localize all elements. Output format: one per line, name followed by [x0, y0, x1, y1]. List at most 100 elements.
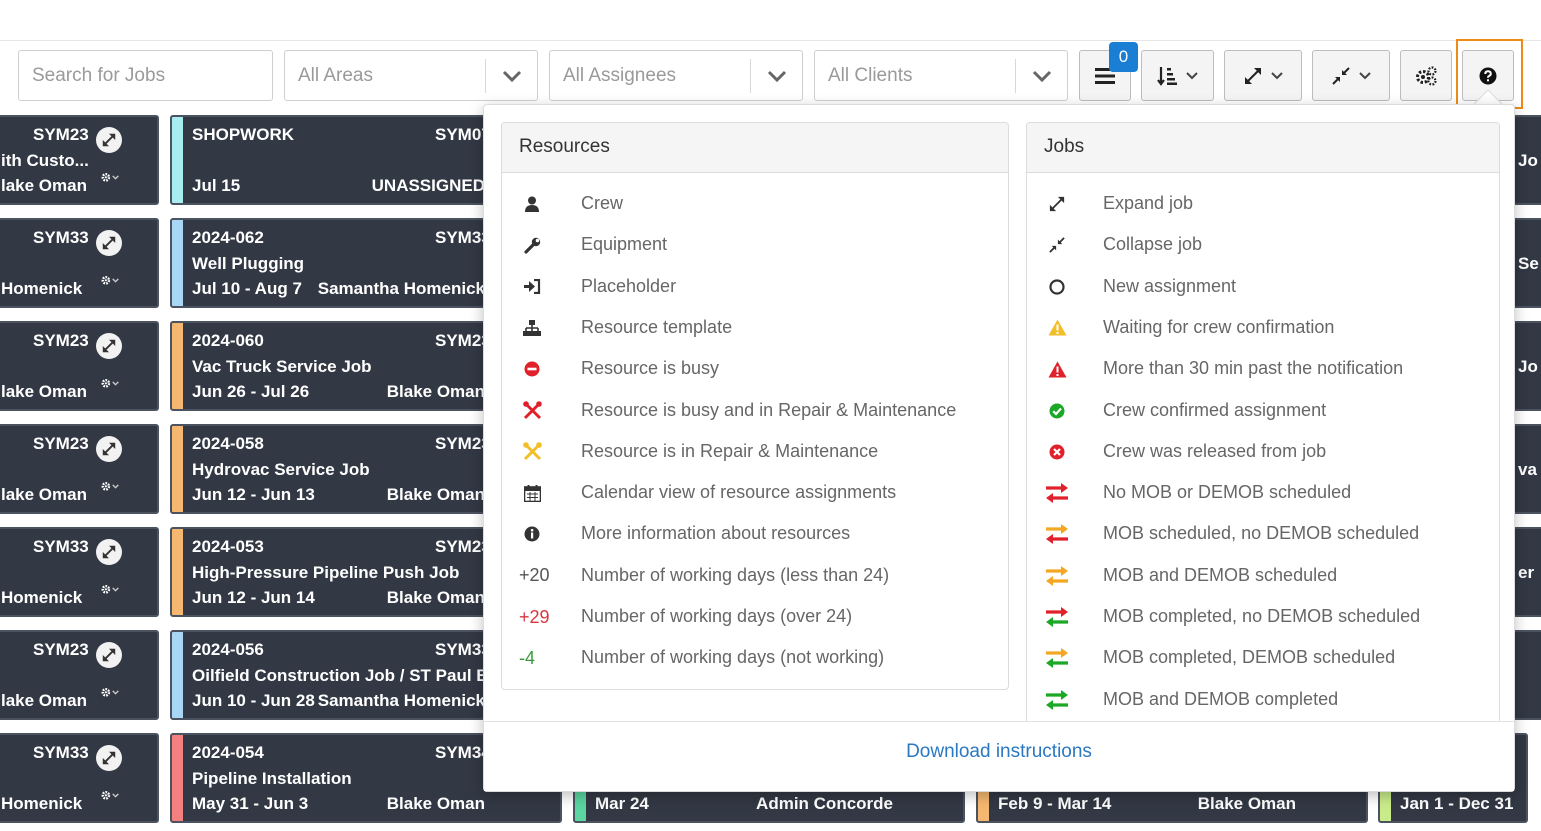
expand-job-button[interactable]: [96, 745, 122, 771]
job-text-partial: er: [1518, 563, 1535, 582]
resources-legend-title: Resources: [502, 123, 1008, 173]
card-settings-button[interactable]: [101, 480, 119, 499]
legend-row: Crew: [502, 192, 1008, 216]
job-status-stripe: [172, 426, 183, 512]
resource-code: SYM23: [33, 125, 89, 144]
legend-label: Resource template: [581, 316, 733, 337]
card-settings-button[interactable]: [101, 789, 119, 808]
resource-person: Homenick: [1, 279, 83, 298]
expand-job-button[interactable]: [96, 230, 122, 256]
job-id: 2024-060: [192, 331, 264, 350]
areas-select[interactable]: All Areas: [284, 50, 538, 101]
expand-job-button[interactable]: [96, 333, 122, 359]
resource-subtitle: ith Custo...: [1, 151, 89, 170]
job-assignee: Blake Oman: [386, 794, 485, 813]
expand-icon: [1244, 67, 1261, 84]
job-id: 2024-053: [192, 537, 264, 556]
job-name: Oilfield Construction Job / ST Paul B...: [192, 666, 503, 685]
job-name: Vac Truck Service Job: [192, 357, 372, 376]
exchange-red-red-icon: [1042, 481, 1072, 505]
job-dates: Jun 26 - Jul 26: [192, 382, 310, 401]
job-id: SHOPWORK: [192, 125, 294, 144]
legend-label: MOB and DEMOB completed: [1103, 688, 1339, 709]
resource-card[interactable]: SYM33 Homenick: [0, 218, 159, 308]
legend-row: MOB completed, DEMOB scheduled: [1027, 646, 1499, 670]
card-settings-button[interactable]: [101, 377, 119, 396]
card-settings-button[interactable]: [101, 686, 119, 705]
job-id: 2024-062: [192, 228, 264, 247]
resource-code: SYM23: [33, 434, 89, 453]
legend-row: No MOB or DEMOB scheduled: [1027, 481, 1499, 505]
resource-card[interactable]: SYM33 Homenick: [0, 733, 159, 823]
expand-job-button[interactable]: [96, 539, 122, 565]
legend-label: MOB completed, no DEMOB scheduled: [1103, 606, 1421, 626]
gear-icon: [101, 275, 119, 285]
expand-job-button[interactable]: [96, 127, 122, 153]
collapse-all-button[interactable]: [1312, 50, 1390, 101]
legend-row: Waiting for crew confirmation: [1027, 316, 1499, 340]
sitemap-icon: [517, 316, 547, 340]
resource-card[interactable]: SYM23 lake Oman: [0, 424, 159, 514]
search-input[interactable]: [18, 50, 273, 101]
areas-select-value: All Areas: [298, 65, 373, 86]
settings-button[interactable]: [1400, 50, 1452, 101]
legend-label: Number of working days (over 24): [581, 606, 853, 626]
legend-label: Crew confirmed assignment: [1103, 399, 1327, 420]
compress-icon: [1331, 66, 1350, 85]
expand-job-button[interactable]: [96, 436, 122, 462]
legend-row: More than 30 min past the notification: [1027, 357, 1499, 381]
expand-all-button[interactable]: [1224, 50, 1302, 101]
legend-row: +20 Number of working days (less than 24): [502, 564, 1008, 588]
resource-card[interactable]: SYM33 Homenick: [0, 527, 159, 617]
help-legend-popup: Resources Crew Equipment Placeholder Resour…: [483, 104, 1515, 792]
legend-label: Crew was released from job: [1103, 440, 1327, 461]
exchange-green-orange-icon: [1042, 646, 1072, 670]
legend-label: Resource is in Repair & Maintenance: [581, 440, 879, 461]
job-text-partial: Jo: [1518, 151, 1538, 170]
job-text-partial: Jo: [1518, 357, 1538, 376]
select-separator: [750, 59, 751, 93]
legend-label: Placeholder: [581, 275, 677, 296]
resource-person: lake Oman: [1, 382, 87, 401]
user-icon: [517, 192, 547, 216]
legend-row: Resource is in Repair & Maintenance: [502, 440, 1008, 464]
pending-count-badge: 0: [1109, 42, 1138, 72]
job-dates: Jun 12 - Jun 13: [192, 485, 315, 504]
legend-row: MOB and DEMOB scheduled: [1027, 564, 1499, 588]
resource-card[interactable]: SYM23 ith Custo... lake Oman: [0, 115, 159, 205]
legend-row: Collapse job: [1027, 233, 1499, 257]
check-circle-icon: [1042, 399, 1072, 423]
legend-row: Crew was released from job: [1027, 440, 1499, 464]
legend-row: Placeholder: [502, 275, 1008, 299]
wrench-icon: [517, 233, 547, 257]
clients-select[interactable]: All Clients: [814, 50, 1068, 101]
sign-in-icon: [517, 275, 547, 299]
card-settings-button[interactable]: [101, 274, 119, 293]
resource-person: lake Oman: [1, 176, 87, 195]
legend-label: MOB scheduled, no DEMOB scheduled: [1103, 523, 1420, 544]
expand-icon: [102, 236, 116, 250]
legend-label: Equipment: [581, 234, 668, 255]
expand-job-button[interactable]: [96, 642, 122, 668]
minus-circle-icon: [517, 357, 547, 381]
resource-code: SYM33: [33, 228, 89, 247]
resource-card[interactable]: SYM23 lake Oman: [0, 321, 159, 411]
job-dates: Jun 12 - Jun 14: [192, 588, 315, 607]
job-status-stripe: [172, 220, 183, 306]
legend-label: Resource is busy: [581, 358, 720, 379]
exchange-orange-red-icon: [1042, 522, 1072, 546]
assignees-select[interactable]: All Assignees: [549, 50, 803, 101]
calendar-icon: [517, 481, 547, 505]
download-instructions-link[interactable]: Download instructions: [906, 741, 1092, 763]
resource-card[interactable]: SYM23 lake Oman: [0, 630, 159, 720]
sort-button[interactable]: [1141, 50, 1214, 101]
job-assignee: UNASSIGNED: [371, 176, 485, 195]
sort-amount-icon: [1157, 66, 1177, 86]
chevron-down-icon: [502, 70, 522, 83]
expand-icon: [1042, 192, 1072, 216]
job-name: Pipeline Installation: [192, 769, 352, 788]
card-settings-button[interactable]: [101, 583, 119, 602]
card-settings-button[interactable]: [101, 171, 119, 190]
assignees-select-value: All Assignees: [563, 65, 677, 86]
job-assignee: Blake Oman: [386, 485, 485, 504]
